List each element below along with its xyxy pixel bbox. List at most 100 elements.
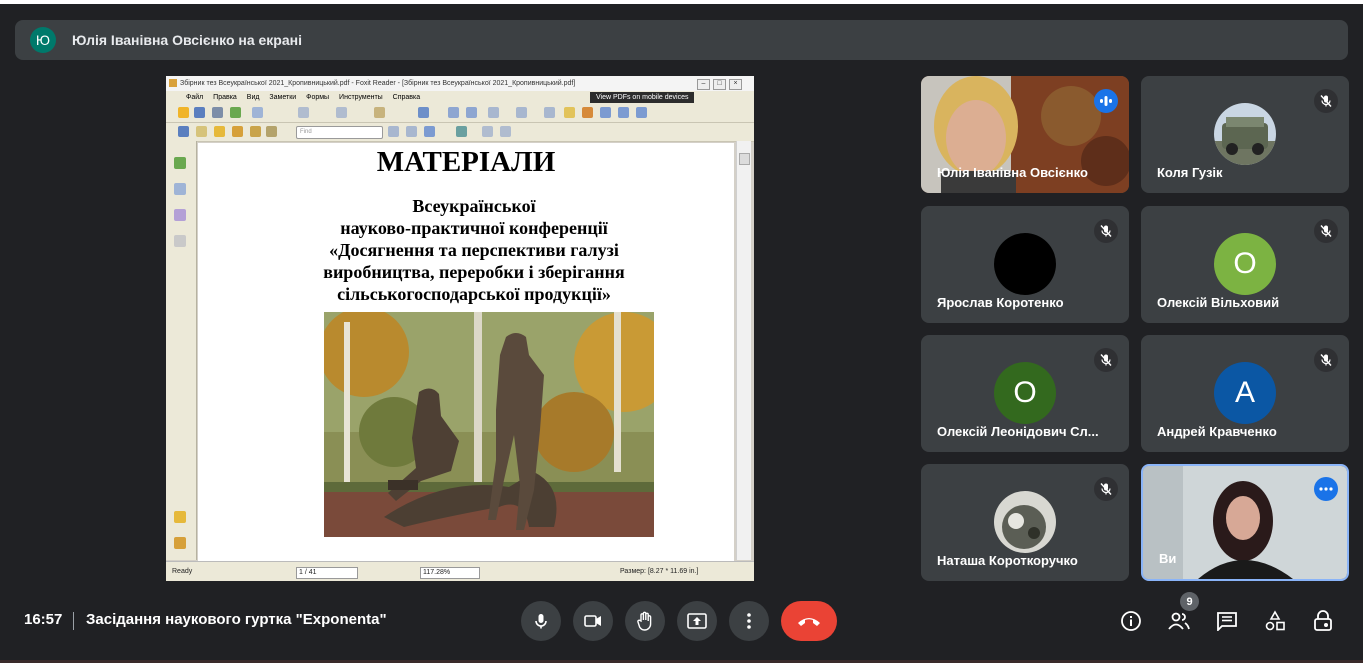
menu-help[interactable]: Справка [393,94,420,101]
snapshot-icon[interactable] [456,126,467,137]
vertical-scrollbar[interactable] [736,141,751,560]
grid-icon[interactable] [500,126,511,137]
participant-tile-oleksii-l[interactable]: О Олексій Леонідович Сл... [921,335,1129,452]
find-prev-icon[interactable] [388,126,399,137]
participant-tile-natasha[interactable]: Наташа Короткоручко [921,464,1129,581]
print-icon[interactable] [212,107,223,118]
page-icon[interactable] [482,126,493,137]
document-subtitle: Всеукраїнської науково-практичної конфер… [198,195,750,305]
reader-statusbar: Ready 1 / 41 117.28% Размер: [8.27 * 11.… [166,561,754,581]
activities-button[interactable] [1261,607,1289,635]
avatar: О [994,362,1056,424]
open-icon[interactable] [178,107,189,118]
menu-forms[interactable]: Формы [306,94,329,101]
zoom-icon[interactable] [418,107,429,118]
comments-panel-icon[interactable] [174,511,186,523]
raise-hand-button[interactable] [625,601,665,641]
reader-titlebar: Збірник тез Всеукраїнської 2021_Кропивни… [166,76,754,91]
more-vert-icon [747,613,751,629]
undo-icon[interactable] [374,107,385,118]
hand-icon[interactable] [544,107,555,118]
status-ready: Ready [172,568,193,575]
subtitle-line-2: науково-практичної конференції [340,218,608,238]
zoom-in-icon[interactable] [516,107,527,118]
layers-icon[interactable] [174,209,186,221]
scroll-thumb[interactable] [739,153,750,165]
participant-tile-andrei[interactable]: А Андрей Кравченко [1141,335,1349,452]
host-controls-button[interactable] [1309,607,1337,635]
more-options-button[interactable] [729,601,769,641]
note-icon[interactable] [196,126,207,137]
columns-icon[interactable] [618,107,629,118]
avatar: А [1214,362,1276,424]
zoom-out-icon[interactable] [488,107,499,118]
typewriter-icon[interactable] [424,126,435,137]
participant-tile-yuliia[interactable]: Юлія Іванівна Овсієнко [921,76,1129,193]
lock-person-icon [1314,610,1332,631]
stamp-icon[interactable] [250,126,261,137]
more-options-icon[interactable] [1314,477,1338,501]
pen-icon[interactable] [232,126,243,137]
chat-button[interactable] [1213,607,1241,635]
fit-page-icon[interactable] [448,107,459,118]
comment-icon[interactable] [214,126,225,137]
mic-off-icon [1094,477,1118,501]
camera-button[interactable] [573,601,613,641]
arrow-icon[interactable] [178,126,189,137]
menu-tools[interactable]: Инструменты [339,94,383,101]
microphone-button[interactable] [521,601,561,641]
hang-up-icon [798,618,820,626]
presenter-avatar: Ю [30,27,56,53]
maximize-icon[interactable]: □ [713,79,726,90]
hand-tool-icon[interactable] [298,107,309,118]
present-screen-button[interactable] [677,601,717,641]
participant-name: Андрей Кравченко [1157,424,1277,439]
menu-file[interactable]: Файл [186,94,203,101]
menu-notes[interactable]: Заметки [269,94,296,101]
mobile-promo[interactable]: View PDFs on mobile devices [590,92,695,103]
markup-icon[interactable] [266,126,277,137]
participant-count-badge: 9 [1180,592,1199,611]
find-input[interactable]: Find [296,126,383,139]
menu-view[interactable]: Вид [247,94,260,101]
meeting-title: Засідання наукового гуртка "Exponenta" [86,611,387,628]
participant-tile-self[interactable]: Ви [1141,464,1349,581]
presenting-text: Юлія Іванівна Овсієнко на екрані [72,32,302,48]
find-next-icon[interactable] [406,126,417,137]
participant-tile-oleksii-v[interactable]: О Олексій Вільховий [1141,206,1349,323]
hand-icon [637,611,652,631]
pointer-icon[interactable] [582,107,593,118]
reader-window-title: Збірник тез Всеукраїнської 2021_Кропивни… [180,80,576,87]
mic-off-icon [1314,219,1338,243]
close-icon[interactable]: × [729,79,742,90]
back-icon[interactable] [252,107,263,118]
participant-name: Ярослав Коротенко [937,295,1064,310]
leave-call-button[interactable] [781,601,837,641]
pdf-page: МАТЕРІАЛИ Всеукраїнської науково-практич… [198,143,734,561]
participant-tile-yaroslav[interactable]: Ярослав Коротенко [921,206,1129,323]
subtitle-line-3: «Досягнення та перспективи галузі [329,240,619,260]
select-text-icon[interactable] [336,107,347,118]
participant-tile-kolia[interactable]: Коля Гузік [1141,76,1349,193]
natasha-photo [994,491,1056,553]
mic-off-icon [1094,348,1118,372]
participant-name: Коля Гузік [1157,165,1223,180]
image-icon[interactable] [636,107,647,118]
text-icon[interactable] [600,107,611,118]
save-icon[interactable] [194,107,205,118]
fit-width-icon[interactable] [466,107,477,118]
zoom-box[interactable]: 117.28% [420,567,480,579]
avatar [994,233,1056,295]
email-icon[interactable] [230,107,241,118]
pages-icon[interactable] [174,183,186,195]
menu-edit[interactable]: Правка [213,94,237,101]
meeting-details-button[interactable] [1117,607,1145,635]
attachments-icon[interactable] [174,235,186,247]
highlight-icon[interactable] [564,107,575,118]
paperclip-icon[interactable] [174,537,186,549]
page-number-box[interactable]: 1 / 41 [296,567,358,579]
page-size: Размер: [8.27 * 11.69 in.] [620,568,699,575]
minimize-icon[interactable]: – [697,79,710,90]
people-button[interactable] [1165,607,1193,635]
bookmarks-icon[interactable] [174,157,186,169]
